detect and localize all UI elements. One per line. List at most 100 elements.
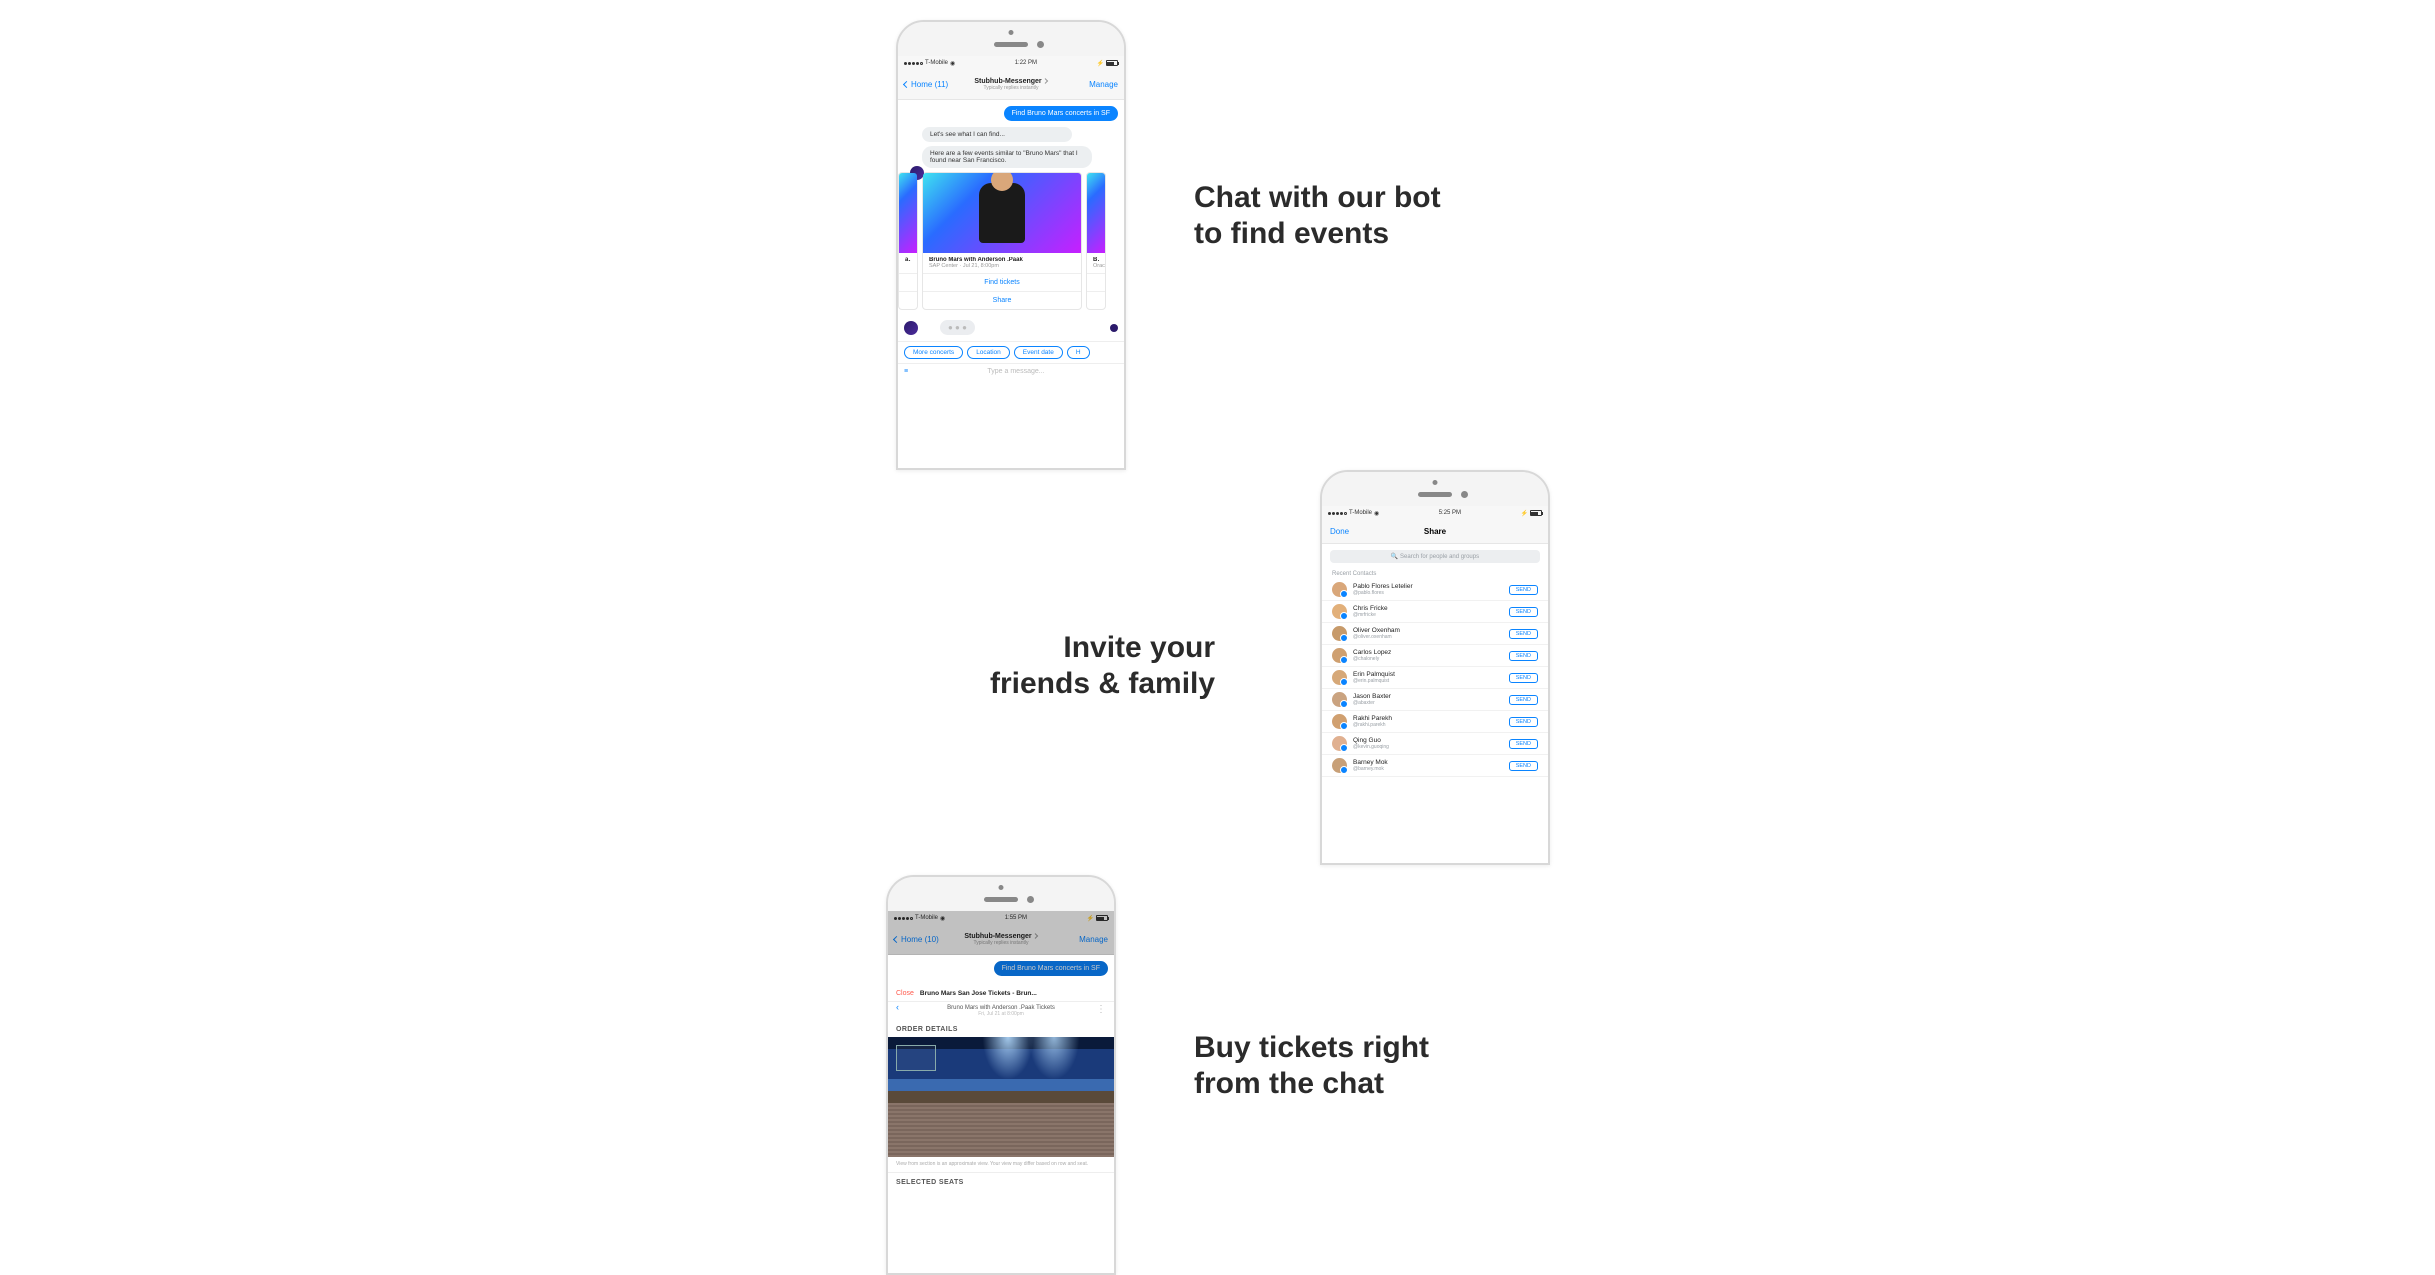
done-button[interactable]: Done	[1330, 527, 1349, 536]
share-title: Share	[1424, 527, 1446, 536]
contact-avatar-icon	[1332, 582, 1347, 597]
contact-row[interactable]: Oliver Oxenham@oliver.oxenham SEND	[1322, 623, 1548, 645]
status-bar: T-Mobile ◉ 5:25 PM ⚡	[1322, 506, 1548, 520]
manage-button[interactable]: Manage	[1089, 80, 1118, 89]
battery-icon	[1106, 60, 1118, 66]
stage-icon	[896, 1045, 936, 1071]
chevron-left-icon	[893, 936, 900, 943]
chat-header: Home (10) Stubhub-Messenger Typically re…	[888, 925, 1114, 955]
contact-name: Erin Palmquist	[1353, 671, 1503, 678]
screen: T-Mobile ◉ 5:25 PM ⚡ Done Share 🔍 Search…	[1322, 506, 1548, 865]
back-label: Home (11)	[911, 80, 948, 89]
send-button[interactable]: SEND	[1509, 717, 1538, 727]
contact-row[interactable]: Jason Baxter@abaxter SEND	[1322, 689, 1548, 711]
phone-3-buy: T-Mobile ◉ 1:55 PM ⚡ Home (10) Stubhub-M…	[886, 875, 1116, 1275]
contact-name: Carlos Lopez	[1353, 649, 1503, 656]
contact-row[interactable]: Erin Palmquist@erin.palmquist SEND	[1322, 667, 1548, 689]
contact-row[interactable]: Carlos Lopez@chalonely SEND	[1322, 645, 1548, 667]
dimmed-background: T-Mobile ◉ 1:55 PM ⚡ Home (10) Stubhub-M…	[888, 911, 1114, 986]
caption-1: Chat with our bot to find events	[1194, 180, 1441, 252]
contact-row[interactable]: Chris Fricke@mrfricke SEND	[1322, 601, 1548, 623]
event-card-main[interactable]: Bruno Mars with Anderson .Paak SAP Cente…	[922, 172, 1082, 310]
menu-icon[interactable]: ≡	[904, 368, 914, 375]
share-header: Done Share	[1322, 520, 1548, 544]
send-button[interactable]: SEND	[1509, 607, 1538, 617]
outgoing-message: Find Bruno Mars concerts in SF	[1004, 106, 1118, 121]
battery-icon	[1530, 510, 1542, 516]
clock-label: 5:25 PM	[1439, 510, 1461, 516]
send-button[interactable]: SEND	[1509, 695, 1538, 705]
phone-bezel	[898, 22, 1124, 56]
contact-name: Barney Mok	[1353, 759, 1503, 766]
back-button[interactable]: Home (11)	[904, 80, 948, 89]
caption-2: Invite your friends & family	[990, 630, 1215, 702]
contact-row[interactable]: Rakhi Parekh@rakhi.parekhSEND	[1322, 711, 1548, 733]
contact-row[interactable]: Pablo Flores Letelier@pablo.floresSEND	[1322, 579, 1548, 601]
contact-info: Carlos Lopez@chalonely	[1353, 649, 1503, 662]
close-button[interactable]: Close	[896, 990, 914, 997]
contact-avatar-icon	[1332, 604, 1347, 619]
bluetooth-icon: ⚡	[1521, 510, 1528, 517]
phone-bezel	[888, 877, 1114, 911]
camera-icon	[1433, 480, 1438, 485]
contact-info: Oliver Oxenham@oliver.oxenham	[1353, 627, 1503, 640]
send-button[interactable]: SEND	[1509, 651, 1538, 661]
contact-info: Jason Baxter@abaxter	[1353, 693, 1503, 706]
signal-icon	[1328, 512, 1347, 515]
camera-icon	[1009, 30, 1014, 35]
event-card-prev[interactable]: ask	[898, 172, 918, 310]
send-button[interactable]: SEND	[1509, 585, 1538, 595]
send-button[interactable]: SEND	[1509, 629, 1538, 639]
chat-header: Home (11) Stubhub-Messenger Typically re…	[898, 70, 1124, 100]
message-input[interactable]: Type a message...	[914, 368, 1118, 375]
event-carousel[interactable]: ask Bruno Mars with Anderson .Paak SAP C…	[898, 172, 1124, 310]
contact-avatar-icon	[1332, 736, 1347, 751]
wifi-icon: ◉	[940, 915, 945, 922]
quick-reply-more-concerts[interactable]: More concerts	[904, 346, 963, 359]
caption-3-line2: from the chat	[1194, 1066, 1429, 1102]
wifi-icon: ◉	[950, 60, 955, 67]
composer: ≡ Type a message...	[898, 363, 1124, 379]
event-datetime: Fri, Jul 21 at 8:00pm	[888, 1011, 1114, 1017]
event-card-next[interactable]: BrunoOracle	[1086, 172, 1106, 310]
send-button[interactable]: SEND	[1509, 739, 1538, 749]
quick-reply-more[interactable]: H	[1067, 346, 1090, 359]
status-bar: T-Mobile ◉ 1:55 PM ⚡	[888, 911, 1114, 925]
contacts-list: Pablo Flores Letelier@pablo.floresSENDCh…	[1322, 579, 1548, 777]
quick-reply-location[interactable]: Location	[967, 346, 1010, 359]
contact-info: Erin Palmquist@erin.palmquist	[1353, 671, 1503, 684]
contact-name: Chris Fricke	[1353, 605, 1503, 612]
contact-name: Rakhi Parekh	[1353, 715, 1503, 722]
manage-button[interactable]: Manage	[1079, 935, 1108, 944]
send-button[interactable]: SEND	[1509, 673, 1538, 683]
back-button[interactable]: Home (10)	[894, 935, 939, 944]
contact-avatar-icon	[1332, 692, 1347, 707]
send-button[interactable]: SEND	[1509, 761, 1538, 771]
status-bar: T-Mobile ◉ 1:22 PM ⚡	[898, 56, 1124, 70]
find-tickets-button[interactable]: Find tickets	[923, 273, 1081, 291]
bluetooth-icon: ⚡	[1087, 915, 1094, 922]
contact-handle: @mrfricke	[1353, 612, 1503, 618]
contact-avatar-icon	[1332, 648, 1347, 663]
contact-name: Jason Baxter	[1353, 693, 1503, 700]
contact-avatar-icon	[1332, 626, 1347, 641]
contact-row[interactable]: Qing Guo@kevin.guoqing SEND	[1322, 733, 1548, 755]
contact-info: Barney Mok@barney.mok	[1353, 759, 1503, 772]
chat-title: Stubhub-Messenger	[964, 933, 1031, 940]
screen: T-Mobile ◉ 1:55 PM ⚡ Home (10) Stubhub-M…	[888, 911, 1114, 1275]
quick-reply-event-date[interactable]: Event date	[1014, 346, 1063, 359]
section-recent-contacts: Recent Contacts	[1322, 569, 1548, 579]
chevron-left-icon[interactable]: ‹	[896, 1002, 899, 1012]
chevron-left-icon	[903, 81, 910, 88]
webview-title: Bruno Mars San Jose Tickets - Brun...	[920, 990, 1106, 997]
caption-2-line2: friends & family	[990, 666, 1215, 702]
webview-subheader: ‹ Bruno Mars with Anderson .Paak Tickets…	[888, 1002, 1114, 1020]
chat-title: Stubhub-Messenger	[974, 78, 1041, 85]
search-input[interactable]: 🔍 Search for people and groups	[1330, 550, 1540, 563]
view-disclaimer: View from section is an approximate view…	[888, 1157, 1114, 1172]
contact-row[interactable]: Barney Mok@barney.mok SEND	[1322, 755, 1548, 777]
battery-icon	[1096, 915, 1108, 921]
share-button[interactable]: Share	[923, 291, 1081, 309]
more-icon[interactable]: ⋮	[1096, 1004, 1106, 1015]
contact-info: Qing Guo@kevin.guoqing	[1353, 737, 1503, 750]
